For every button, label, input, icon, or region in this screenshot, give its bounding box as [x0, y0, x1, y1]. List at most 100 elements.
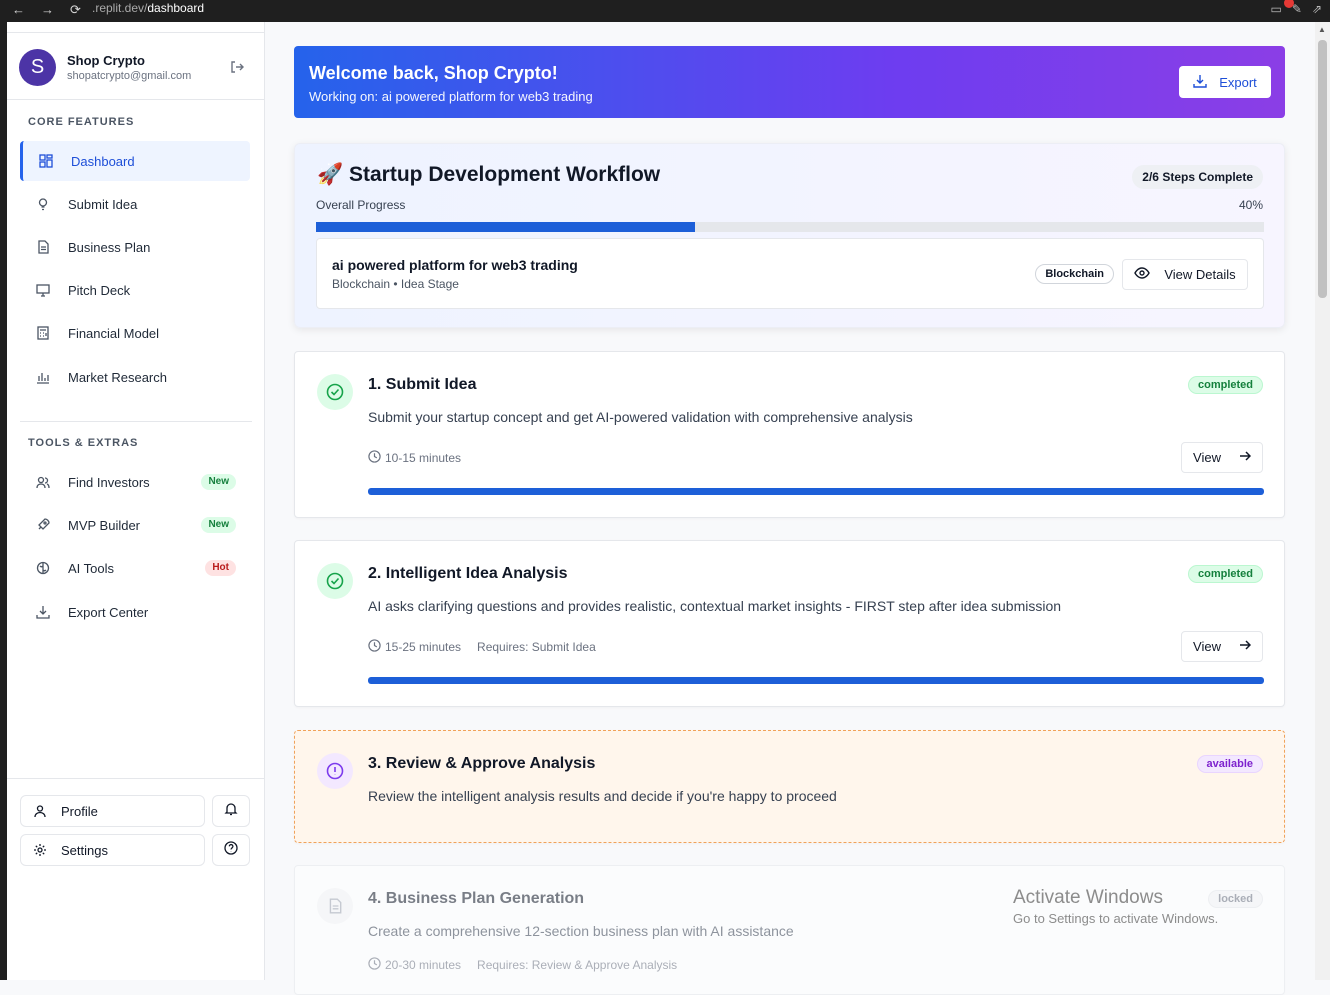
scrollbar-thumb[interactable] [1318, 40, 1327, 298]
browser-nav: ← → ⟳ [12, 2, 81, 18]
download-icon [1193, 74, 1207, 91]
step-duration: 20-30 minutes [368, 957, 461, 973]
step-title: 4. Business Plan Generation [368, 890, 585, 907]
step-card-review-approve: 3. Review & Approve Analysis Review the … [294, 730, 1285, 843]
watermark-title: Activate Windows [1013, 887, 1163, 908]
step-description: AI asks clarifying questions and provide… [368, 598, 1062, 614]
sidebar-item-label: Market Research [68, 369, 167, 385]
view-button[interactable]: View [1181, 442, 1263, 473]
status-badge: completed [1187, 565, 1263, 583]
step-title: 1. Submit Idea [368, 376, 477, 393]
step-requirement: Requires: Submit Idea [477, 640, 596, 654]
avatar[interactable]: S [19, 49, 56, 86]
step-meta: 15-25 minutes Requires: Submit Idea [368, 639, 596, 655]
user-email: shopatcrypto@gmail.com [67, 70, 192, 82]
notifications-button[interactable] [212, 795, 250, 827]
cast-icon[interactable]: ▭ [1271, 2, 1282, 16]
clock-icon [368, 450, 381, 466]
step-card-business-plan: 4. Business Plan Generation Create a com… [294, 865, 1285, 995]
reload-icon[interactable]: ⟳ [70, 2, 81, 18]
view-details-button[interactable]: View Details [1122, 259, 1248, 290]
brain-icon [35, 560, 51, 576]
sidebar-item-pitch-deck[interactable]: Pitch Deck [20, 270, 250, 310]
help-icon [224, 840, 238, 860]
dashboard-icon [38, 153, 54, 169]
settings-button[interactable]: Settings [20, 834, 205, 866]
new-badge: New [201, 474, 236, 490]
main-content: Welcome back, Shop Crypto! Working on: a… [265, 22, 1315, 995]
project-card: ai powered platform for web3 trading Blo… [316, 238, 1264, 309]
sidebar-item-mvp-builder[interactable]: MVP Builder New [20, 505, 250, 545]
sidebar-item-label: Business Plan [68, 239, 151, 255]
open-external-icon[interactable]: ⇗ [1312, 2, 1322, 16]
status-badge: available [1196, 755, 1263, 773]
address-bar[interactable]: .replit.dev/dashboard [88, 0, 204, 18]
rocket-icon [35, 517, 51, 533]
tools-extras-title: TOOLS & EXTRAS [28, 437, 139, 449]
sidebar-item-label: AI Tools [68, 560, 115, 576]
workflow-title-text: Startup Development Workflow [349, 163, 661, 186]
step-meta: 20-30 minutes Requires: Review & Approve… [368, 957, 677, 973]
browser-toolbar: ← → ⟳ .replit.dev/dashboard ▭ ✎ ⇗ [0, 0, 1330, 22]
overall-progress-percent: 40% [1238, 198, 1263, 212]
step-description: Review the intelligent analysis results … [368, 788, 837, 804]
bell-icon [224, 802, 238, 821]
workflow-title: 🚀 Startup Development Workflow [317, 163, 660, 187]
sidebar-item-label: Financial Model [68, 325, 160, 341]
scroll-up-icon[interactable]: ▲ [1318, 25, 1326, 34]
eye-icon [1134, 265, 1151, 284]
sidebar-item-export-center[interactable]: Export Center [20, 592, 250, 632]
sidebar-item-dashboard[interactable]: Dashboard [20, 141, 250, 181]
core-features-title: CORE FEATURES [28, 116, 135, 128]
export-button[interactable]: Export [1179, 66, 1271, 98]
calculator-icon [35, 325, 51, 341]
help-button[interactable] [212, 834, 250, 866]
step-card-submit-idea: 1. Submit Idea Submit your startup conce… [294, 351, 1285, 518]
sidebar-item-find-investors[interactable]: Find Investors New [20, 462, 250, 502]
presentation-icon [35, 282, 51, 298]
step-description: Create a comprehensive 12-section busine… [368, 923, 794, 939]
sidebar-item-market-research[interactable]: Market Research [20, 357, 250, 397]
sidebar-divider [20, 421, 252, 422]
step-card-intelligent-idea-analysis: 2. Intelligent Idea Analysis AI asks cla… [294, 540, 1285, 707]
workflow-card: 🚀 Startup Development Workflow 2/6 Steps… [294, 143, 1285, 328]
project-subtitle: Blockchain • Idea Stage [332, 277, 459, 291]
step-title: 2. Intelligent Idea Analysis [368, 565, 568, 582]
step-description: Submit your startup concept and get AI-p… [368, 409, 913, 425]
download-icon [35, 604, 51, 620]
logout-icon[interactable] [229, 59, 245, 75]
window-frame [0, 22, 7, 980]
steps-complete-badge: 2/6 Steps Complete [1132, 165, 1263, 189]
step-progress-bar [368, 488, 1264, 495]
back-icon[interactable]: ← [12, 2, 25, 18]
arrow-right-icon [1239, 639, 1252, 654]
check-circle-icon [317, 563, 353, 599]
welcome-subtitle: Working on: ai powered platform for web3… [309, 89, 593, 104]
sidebar-item-financial-model[interactable]: Financial Model [20, 313, 250, 353]
export-label: Export [1219, 74, 1257, 90]
step-requirement: Requires: Review & Approve Analysis [477, 958, 678, 972]
sidebar-item-ai-tools[interactable]: AI Tools Hot [20, 548, 250, 588]
sidebar-item-submit-idea[interactable]: Submit Idea [20, 184, 250, 224]
overall-progress-label: Overall Progress [316, 198, 406, 212]
user-icon [33, 804, 49, 818]
sidebar-item-label: Export Center [68, 604, 149, 620]
step-title: 3. Review & Approve Analysis [368, 755, 596, 772]
overall-progress-fill [316, 222, 696, 232]
settings-label: Settings [61, 842, 108, 858]
browser-actions: ▭ ✎ ⇗ [1271, 2, 1322, 16]
forward-icon[interactable]: → [41, 2, 54, 18]
profile-label: Profile [61, 803, 98, 819]
profile-button[interactable]: Profile [20, 795, 205, 827]
document-icon [35, 239, 51, 255]
users-icon [35, 474, 51, 490]
welcome-banner: Welcome back, Shop Crypto! Working on: a… [294, 46, 1285, 118]
view-details-label: View Details [1164, 267, 1236, 282]
hot-badge: Hot [205, 560, 236, 576]
sidebar-divider [7, 778, 265, 779]
step-duration: 10-15 minutes [368, 450, 461, 466]
step-progress-bar [368, 677, 1264, 684]
view-button[interactable]: View [1181, 631, 1263, 662]
sidebar-item-business-plan[interactable]: Business Plan [20, 227, 250, 267]
windows-activation-watermark: Activate Windows Go to Settings to activ… [1013, 887, 1218, 926]
